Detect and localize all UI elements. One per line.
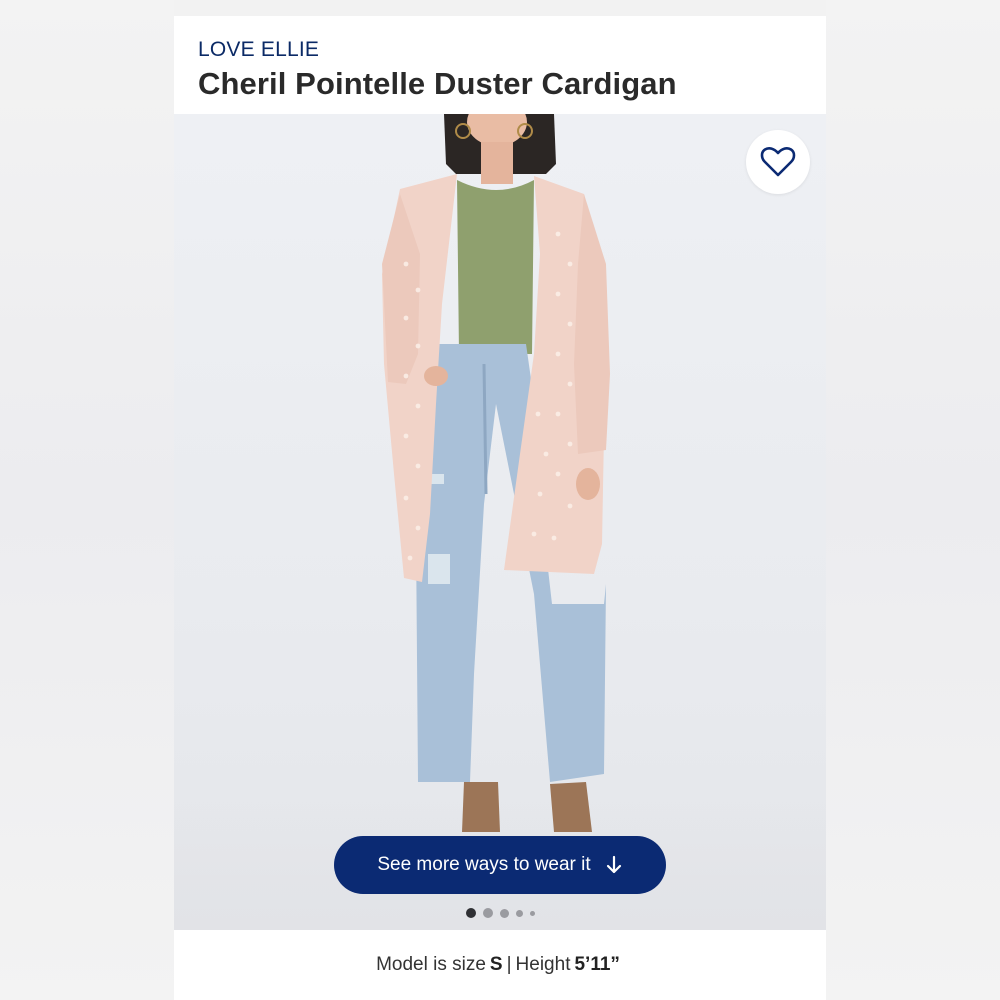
model-size-prefix: Model is size bbox=[376, 954, 486, 975]
pagination-dot-5[interactable] bbox=[529, 910, 535, 916]
pagination-dot-4[interactable] bbox=[515, 909, 523, 917]
pagination-dot-1[interactable] bbox=[465, 908, 476, 918]
left-backdrop bbox=[0, 0, 174, 1000]
heart-outline-icon bbox=[760, 147, 796, 177]
product-photo bbox=[382, 114, 610, 832]
right-backdrop bbox=[826, 0, 1000, 1000]
product-header: LOVE ELLIE Cheril Pointelle Duster Cardi… bbox=[174, 16, 826, 114]
model-size-info: Model is size S | Height 5’11” bbox=[174, 930, 826, 1000]
brand-link[interactable]: LOVE ELLIE bbox=[198, 38, 802, 62]
favorite-button[interactable] bbox=[746, 130, 810, 194]
arrow-down-icon bbox=[606, 855, 621, 874]
pagination-dot-2[interactable] bbox=[482, 908, 493, 918]
pagination-dot-3[interactable] bbox=[499, 908, 509, 918]
see-more-ways-button[interactable]: See more ways to wear it bbox=[334, 836, 666, 894]
model-size-value: S bbox=[489, 954, 503, 975]
product-card: LOVE ELLIE Cheril Pointelle Duster Cardi… bbox=[174, 16, 826, 1000]
model-info-separator: | bbox=[506, 954, 512, 975]
model-height-label: Height bbox=[515, 954, 571, 975]
model-height-value: 5’11” bbox=[574, 954, 620, 975]
gallery-pagination bbox=[174, 906, 826, 920]
see-more-ways-label: See more ways to wear it bbox=[377, 854, 591, 875]
product-image-gallery[interactable]: See more ways to wear it bbox=[174, 114, 826, 930]
product-title: Cheril Pointelle Duster Cardigan bbox=[198, 66, 677, 101]
